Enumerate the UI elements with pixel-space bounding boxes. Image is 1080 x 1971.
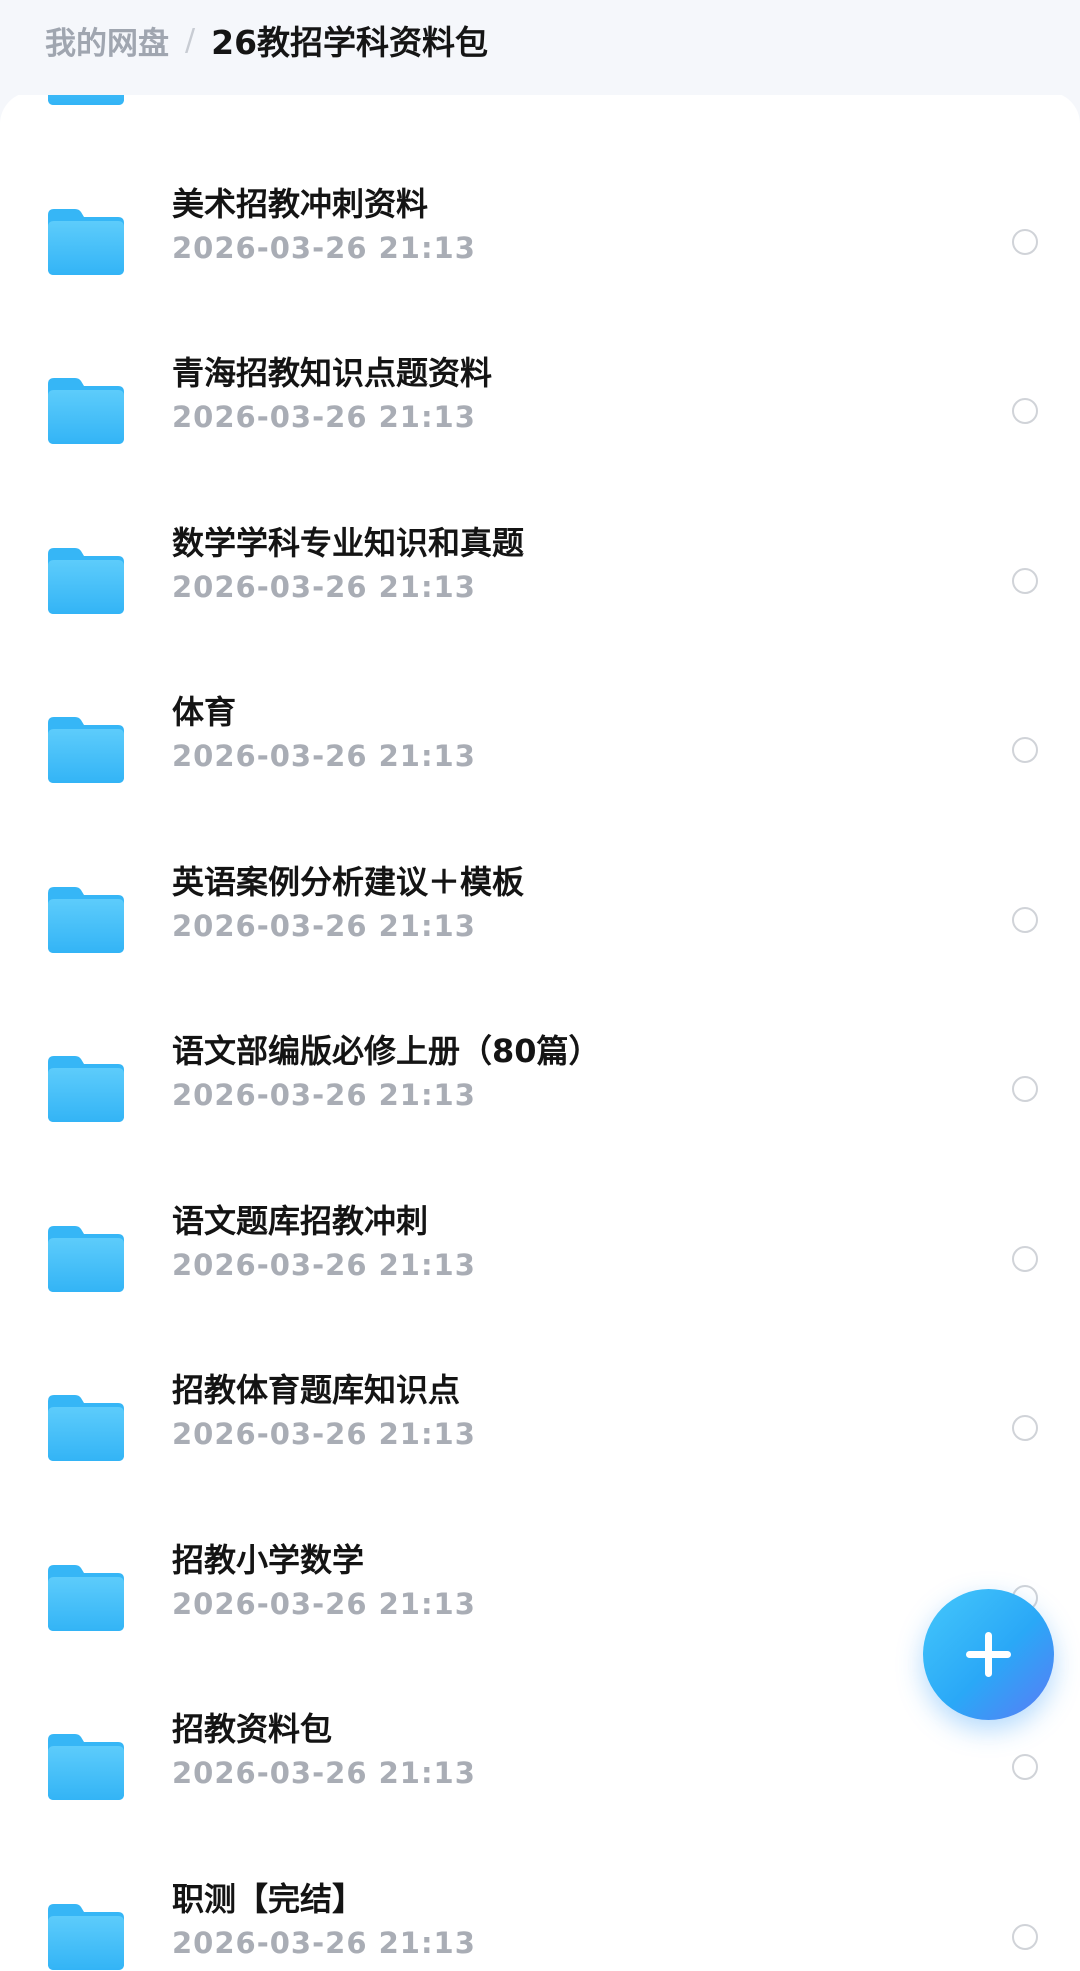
breadcrumb: 我的网盘 / 26教招学科资料包 [45, 10, 488, 70]
file-list: 2026-03-26 21:13 美术招教冲刺资料 2026-03-26 21:13… [0, 92, 1080, 1971]
file-date: 2026-03-26 21:13 [172, 1925, 476, 1960]
file-name: 体育 [172, 693, 237, 731]
file-row[interactable]: 美术招教冲刺资料 2026-03-26 21:13 [0, 157, 1080, 327]
folder-icon [48, 1734, 124, 1800]
file-date: 2026-03-26 21:13 [172, 1078, 476, 1112]
file-name: 语文题库招教冲刺 [172, 1201, 429, 1240]
file-date: 2026-03-26 21:13 [172, 739, 476, 773]
file-name: 招教小学数学 [172, 1540, 365, 1579]
folder-icon [48, 717, 124, 783]
breadcrumb-current-folder: 26教招学科资料包 [211, 23, 489, 62]
select-circle-icon[interactable] [1012, 1076, 1038, 1102]
file-date: 2026-03-26 21:13 [172, 1586, 476, 1621]
file-row[interactable]: 招教资料包 2026-03-26 21:13 [0, 1682, 1080, 1852]
folder-icon [48, 208, 124, 275]
breadcrumb-separator: / [185, 22, 196, 58]
select-circle-icon[interactable] [1012, 1245, 1038, 1272]
file-date: 2026-03-26 21:13 [172, 1417, 476, 1451]
file-date: 2026-03-26 21:13 [172, 908, 476, 943]
file-row[interactable]: 2026-03-26 21:13 [0, 92, 1080, 157]
file-date: 2026-03-26 21:13 [172, 400, 476, 434]
file-date: 2026-03-26 21:13 [172, 1247, 476, 1282]
file-row[interactable]: 青海招教知识点题资料 2026-03-26 21:13 [0, 326, 1080, 496]
file-name: 美术招教冲刺资料 [172, 184, 429, 223]
file-row[interactable]: 职测【完结】 2026-03-26 21:13 [0, 1852, 1080, 1971]
file-row[interactable]: 体育 2026-03-26 21:13 [0, 665, 1080, 835]
file-row[interactable]: 英语案例分析建议＋模板 2026-03-26 21:13 [0, 835, 1080, 1005]
folder-icon [48, 378, 124, 444]
file-name: 招教资料包 [172, 1710, 333, 1748]
select-circle-icon[interactable] [1012, 906, 1038, 933]
file-name: 语文部编版必修上册（80篇） [172, 1032, 601, 1070]
top-bar: 我的网盘 / 26教招学科资料包 [0, 0, 1080, 95]
add-button[interactable] [923, 1589, 1054, 1720]
file-row[interactable]: 招教体育题库知识点 2026-03-26 21:13 [0, 1343, 1080, 1513]
file-row[interactable]: 语文部编版必修上册（80篇） 2026-03-26 21:13 [0, 1004, 1080, 1174]
select-circle-icon[interactable] [1012, 1415, 1038, 1441]
select-circle-icon[interactable] [1012, 398, 1038, 424]
file-name: 青海招教知识点题资料 [172, 354, 493, 392]
file-row[interactable]: 语文题库招教冲刺 2026-03-26 21:13 [0, 1174, 1080, 1344]
file-row[interactable]: 数学学科专业知识和真题 2026-03-26 21:13 [0, 496, 1080, 666]
folder-icon [48, 1225, 124, 1292]
file-date: 2026-03-26 21:13 [172, 230, 476, 265]
select-circle-icon[interactable] [1012, 1923, 1038, 1950]
file-row[interactable]: 招教小学数学 2026-03-26 21:13 [0, 1513, 1080, 1683]
file-name: 招教体育题库知识点 [172, 1371, 461, 1409]
folder-icon [48, 886, 124, 953]
folder-icon [48, 1395, 124, 1461]
select-circle-icon[interactable] [1012, 567, 1038, 594]
file-name: 职测【完结】 [172, 1879, 365, 1918]
file-date: 2026-03-26 21:13 [172, 569, 476, 604]
plus-icon [966, 1632, 1011, 1677]
file-name: 数学学科专业知识和真题 [172, 523, 525, 562]
folder-icon [48, 1903, 124, 1970]
select-circle-icon[interactable] [1012, 1754, 1038, 1780]
folder-icon [48, 1056, 124, 1122]
breadcrumb-root-link[interactable]: 我的网盘 [45, 18, 169, 63]
select-circle-icon[interactable] [1012, 737, 1038, 763]
select-circle-icon[interactable] [1012, 228, 1038, 255]
file-name: 英语案例分析建议＋模板 [172, 862, 525, 901]
file-date: 2026-03-26 21:13 [172, 1756, 476, 1790]
folder-icon [48, 547, 124, 614]
folder-icon [48, 1564, 124, 1631]
